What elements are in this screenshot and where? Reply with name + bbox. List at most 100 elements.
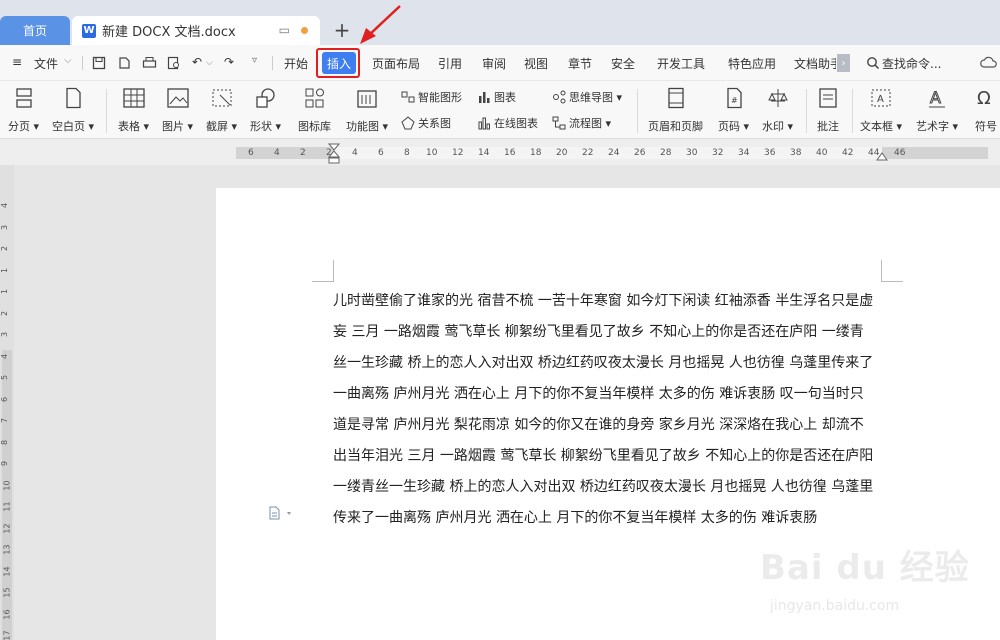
shapes-label: 形状 ▾ (250, 120, 282, 133)
vertical-ruler-tick-label: 2 (0, 310, 10, 316)
margin-corner-top-left (312, 260, 334, 282)
vertical-ruler-tick-label: 17 (2, 630, 12, 640)
monitor-icon[interactable]: ▭ (279, 23, 290, 37)
textbox-button[interactable]: A 文本框 ▾ (860, 87, 902, 134)
picture-label: 图片 ▾ (162, 120, 194, 133)
tab-home[interactable]: 首页 (0, 16, 70, 45)
document-line: 妄 三月 一路烟霞 莺飞草长 柳絮纷飞里看见了故乡 不知心上的你是否还在庐阳 一… (333, 324, 864, 340)
header-footer-button[interactable]: 页眉和页脚 (648, 87, 703, 134)
shapes-button[interactable]: 形状 ▾ (250, 87, 281, 134)
document-line: 丝一生珍藏 桥上的恋人入对出双 桥边红药叹夜太漫长 月也摇晃 人也彷徨 乌蓬里传… (333, 355, 874, 371)
smart-graphic-button[interactable]: 智能图形 (401, 89, 462, 105)
flowchart-icon (552, 116, 566, 130)
flowchart-button[interactable]: 流程图 ▾ (552, 115, 611, 131)
chart-label: 图表 (494, 91, 516, 104)
menu-start[interactable]: 开始 (284, 55, 308, 72)
menu-review[interactable]: 审阅 (482, 55, 506, 72)
redo-icon[interactable]: ↷ (224, 55, 234, 69)
art-text-button[interactable]: A 艺术字 ▾ (916, 87, 958, 134)
ruler-tick-label: 26 (634, 148, 646, 158)
mind-map-button[interactable]: 思维导图 ▾ (552, 89, 622, 105)
output-pdf-icon[interactable] (117, 56, 131, 70)
search-command-input[interactable]: 查找命令... (882, 55, 941, 72)
watermark-button[interactable]: 水印 ▾ (762, 87, 793, 134)
vertical-ruler-tick-label: 13 (2, 544, 12, 555)
picture-icon (166, 88, 189, 108)
ribbon-divider (806, 89, 807, 133)
blank-page-button[interactable]: 空白页 ▾ (52, 87, 94, 134)
menu-scroll-right-icon[interactable]: › (837, 54, 850, 72)
online-chart-icon (478, 117, 490, 130)
print-icon[interactable] (142, 56, 157, 70)
watermark-brand: Bai du 经验 (760, 548, 970, 588)
save-icon[interactable] (92, 56, 106, 70)
ribbon-divider (106, 89, 107, 133)
file-chevron-down-icon[interactable]: ⌵ (64, 55, 72, 66)
search-icon (867, 57, 880, 70)
page-number-label: 页码 ▾ (718, 120, 750, 133)
screenshot-button[interactable]: 截屏 ▾ (206, 87, 237, 134)
function-chart-icon (357, 90, 377, 108)
ruler-tick-label: 16 (504, 148, 516, 158)
word-doc-icon: W (82, 23, 96, 38)
ruler-tick-label: 22 (582, 148, 594, 158)
menu-chapter[interactable]: 章节 (568, 55, 592, 72)
vertical-ruler-tick-label: 14 (2, 565, 12, 577)
ruler-tick-label: 34 (738, 148, 750, 158)
ruler-tick-label: 40 (816, 148, 828, 158)
svg-text:A: A (930, 88, 941, 107)
symbol-label: 符号 (975, 120, 997, 133)
chart-button[interactable]: 图表 (477, 89, 516, 105)
undo-icon[interactable]: ↶ (192, 55, 202, 69)
table-button[interactable]: 表格 ▾ (118, 87, 149, 134)
symbol-button[interactable]: Ω 符号 (974, 87, 998, 134)
document-body[interactable]: 儿时凿壁偷了谁家的光 宿昔不梳 一苦十年寒窗 如今灯下闲读 红袖添香 半生浮名只… (333, 286, 883, 534)
vertical-ruler-tick-label: 15 (2, 587, 12, 598)
paragraph-handle-icon[interactable] (268, 506, 292, 520)
right-indent-marker-icon[interactable] (876, 149, 888, 161)
indent-marker-icon[interactable] (328, 143, 340, 165)
menu-security[interactable]: 安全 (611, 55, 635, 72)
vertical-ruler[interactable]: 4 3 2 1 1 2 3 4 5 6 7 8 9 10 11 12 13 14 15 16 17 (0, 165, 14, 640)
file-menu[interactable]: 文件 (34, 55, 58, 72)
menu-special-apps[interactable]: 特色应用 (728, 55, 776, 72)
page-number-button[interactable]: # 页码 ▾ (718, 87, 749, 134)
tab-document-label: 新建 DOCX 文档.docx (102, 25, 236, 40)
page-break-button[interactable]: 分页 ▾ (8, 87, 39, 134)
art-text-label: 艺术字 ▾ (916, 120, 959, 133)
ruler-tick-label: 46 (894, 148, 906, 158)
header-footer-label: 页眉和页脚 (648, 120, 703, 133)
function-chart-label: 功能图 ▾ (346, 120, 389, 133)
ruler-tick-label: 18 (530, 148, 542, 158)
document-line: 一缕青丝一生珍藏 桥上的恋人入对出双 桥边红药叹夜太漫长 月也摇晃 人也彷徨 乌… (333, 479, 874, 495)
menu-view[interactable]: 视图 (524, 55, 548, 72)
watermark-label: 水印 ▾ (762, 120, 794, 133)
tab-document[interactable]: W 新建 DOCX 文档.docx ▭ (72, 16, 320, 45)
online-chart-button[interactable]: 在线图表 (477, 115, 538, 131)
menu-references[interactable]: 引用 (438, 55, 462, 72)
icon-library-label: 图标库 (298, 120, 331, 133)
relation-chart-icon (401, 116, 415, 130)
icon-library-button[interactable]: 图标库 (298, 87, 331, 134)
menu-bar: ≡ 文件 ⌵ ↶ ⌵ ↷ ▿ 开始 插入 页面布局 引用 审阅 视图 章节 安全… (0, 45, 1000, 81)
print-preview-icon[interactable] (167, 56, 181, 70)
menu-developer-tools[interactable]: 开发工具 (657, 55, 705, 72)
cloud-sync-icon[interactable] (980, 55, 998, 71)
menu-divider (272, 56, 273, 70)
tab-home-label: 首页 (22, 24, 47, 38)
hamburger-icon[interactable]: ≡ (12, 55, 22, 69)
menu-doc-assistant[interactable]: 文档助手 (794, 55, 836, 72)
ruler-tick-label: 20 (556, 148, 568, 158)
tab-bar: 首页 W 新建 DOCX 文档.docx ▭ + (0, 0, 1000, 45)
function-chart-button[interactable]: 功能图 ▾ (346, 87, 388, 134)
undo-dropdown-icon[interactable]: ⌵ (206, 58, 213, 68)
picture-button[interactable]: 图片 ▾ (162, 87, 193, 134)
quick-access-dropdown-icon[interactable]: ▿ (252, 55, 257, 66)
relation-chart-button[interactable]: 关系图 (401, 115, 451, 131)
relation-chart-label: 关系图 (418, 117, 451, 130)
vertical-ruler-tick-label: 11 (2, 501, 12, 512)
comment-button[interactable]: 批注 (816, 87, 840, 134)
menu-page-layout[interactable]: 页面布局 (372, 55, 420, 72)
horizontal-ruler[interactable]: 6 4 2 2 4 6 8 10 12 14 16 18 20 22 24 26 28 30 32 34 36 38 40 4… (0, 139, 1000, 165)
svg-text:Ω: Ω (977, 88, 991, 109)
